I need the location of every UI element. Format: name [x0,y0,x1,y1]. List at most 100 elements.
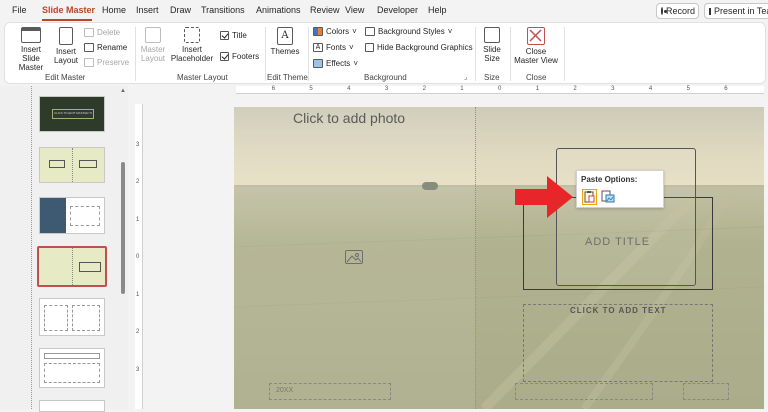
tab-file[interactable]: File [12,5,27,15]
hierarchy-line [31,86,32,409]
insert-slide-master-button[interactable]: Insert Slide Master [11,27,51,72]
insert-placeholder-icon [184,27,200,43]
tab-home[interactable]: Home [102,5,126,15]
layout-thumbnail[interactable] [39,348,105,388]
rename-icon [84,43,94,52]
paste-use-destination-theme-button[interactable] [582,189,597,205]
group-label-size: Size [484,73,500,82]
thumbnail-box [70,206,100,226]
ruler-number: 3 [136,366,140,373]
paste-options-popup: Paste Options: [576,170,664,208]
tab-view[interactable]: View [345,5,364,15]
tab-draw[interactable]: Draw [170,5,191,15]
tab-slide-master[interactable]: Slide Master [42,5,95,15]
thumbnail-divider [72,148,73,182]
ruler-number: 3 [136,141,140,148]
ruler-number: 1 [136,291,140,298]
insert-layout-button[interactable]: Insert Layout [51,27,81,65]
insert-slide-master-icon [21,27,41,43]
thumbnail-panel [40,198,66,233]
footers-checkbox-box[interactable] [220,52,229,61]
colors-icon [313,27,323,36]
thumbnail-box [72,305,100,331]
insert-layout-icon [59,27,73,45]
ruler-number: 3 [384,86,389,92]
tab-review[interactable]: Review [310,5,340,15]
thumbnail-box [79,160,97,168]
thumbnail-box [49,160,65,168]
tab-developer[interactable]: Developer [377,5,418,15]
photo-placeholder-text[interactable]: Click to add photo [293,110,405,126]
title-placeholder-text[interactable]: ADD TITLE [585,236,650,248]
layout-thumbnail[interactable] [39,400,105,412]
date-placeholder-text[interactable]: 20XX [276,387,293,394]
ruler-number: 5 [686,86,690,92]
group-separator [475,27,476,81]
thumbnail-scrollbar[interactable] [121,162,125,294]
thumbnail-box [79,262,101,272]
slide-size-button[interactable]: Slide Size [479,27,505,63]
preserve-button[interactable]: Preserve [84,58,129,67]
picture-icon[interactable] [345,250,363,264]
present-label: Present in Tea [714,6,768,16]
hide-background-graphics-checkbox[interactable]: Hide Background Graphics [365,43,473,52]
slide-number-placeholder-box[interactable] [683,383,729,400]
title-checkbox[interactable]: Title [220,31,247,40]
master-layout-button[interactable]: Master Layout [138,27,168,63]
tab-insert[interactable]: Insert [136,5,159,15]
ruler-number: 4 [347,86,351,92]
footer-placeholder-box[interactable] [515,383,653,400]
layout-thumbnail[interactable] [39,298,105,336]
scroll-up-icon[interactable]: ▲ [120,88,126,94]
thumbnail-box [44,305,68,331]
chevron-down-icon: ˅ [447,27,453,36]
paste-picture-icon [601,190,615,203]
group-label-close: Close [526,73,547,82]
slide-canvas[interactable]: Click to add photo ADD TITLE CLICK TO AD… [234,107,764,409]
chevron-down-icon: ˅ [349,43,354,52]
delete-button[interactable]: Delete [84,28,120,37]
group-label-edit-theme: Edit Theme [267,73,308,82]
tab-transitions[interactable]: Transitions [201,5,245,15]
text-placeholder-box[interactable] [523,304,713,382]
ruler-number: 1 [136,216,140,223]
fonts-dropdown[interactable]: A Fonts ˅ [313,43,354,52]
colors-dropdown[interactable]: Colors ˅ [313,27,357,36]
thumbnail-title-text: CLICK TO EDIT MASTER TITLE [54,111,92,115]
footers-checkbox[interactable]: Footers [220,52,259,61]
layout-thumbnail[interactable] [39,197,105,234]
paste-options-title: Paste Options: [581,175,638,184]
paste-as-picture-button[interactable] [601,189,616,205]
record-button[interactable]: Record [656,3,699,19]
title-checkbox-box[interactable] [220,31,229,40]
group-label-background: Background [364,73,407,82]
master-layout-icon [145,27,161,43]
ruler-number: 6 [724,86,728,92]
paste-clipboard-icon [584,191,595,203]
hide-background-graphics-box[interactable] [365,43,374,52]
thumbnail-divider [72,248,73,285]
present-in-teams-button[interactable]: Present in Tea [704,3,768,19]
red-arrow-annotation [515,176,573,218]
themes-button[interactable]: A Themes [269,27,301,56]
title-placeholder-box[interactable] [556,148,696,286]
group-separator [564,27,565,81]
tab-help[interactable]: Help [428,5,447,15]
slide-thumbnail[interactable]: CLICK TO EDIT MASTER TITLE [39,96,105,132]
ruler-number: 2 [136,179,140,185]
effects-dropdown[interactable]: Effects ˅ [313,59,358,68]
layout-thumbnail[interactable] [39,147,105,183]
effects-icon [313,59,323,68]
tab-animations[interactable]: Animations [256,5,301,15]
insert-placeholder-button[interactable]: Insert Placeholder [168,27,216,63]
ruler-number: 0 [136,254,140,260]
close-master-view-button[interactable]: Close Master View [513,27,559,65]
rename-button[interactable]: Rename [84,43,127,52]
selected-layout-thumbnail[interactable] [37,246,107,287]
group-separator [265,27,266,81]
dialog-launcher-icon[interactable]: ⌟ [464,73,467,81]
background-styles-dropdown[interactable]: Background Styles ˅ [365,27,452,36]
text-placeholder-text[interactable]: CLICK TO ADD TEXT [570,306,667,315]
chevron-down-icon: ˅ [353,59,358,68]
themes-icon: A [277,27,293,45]
